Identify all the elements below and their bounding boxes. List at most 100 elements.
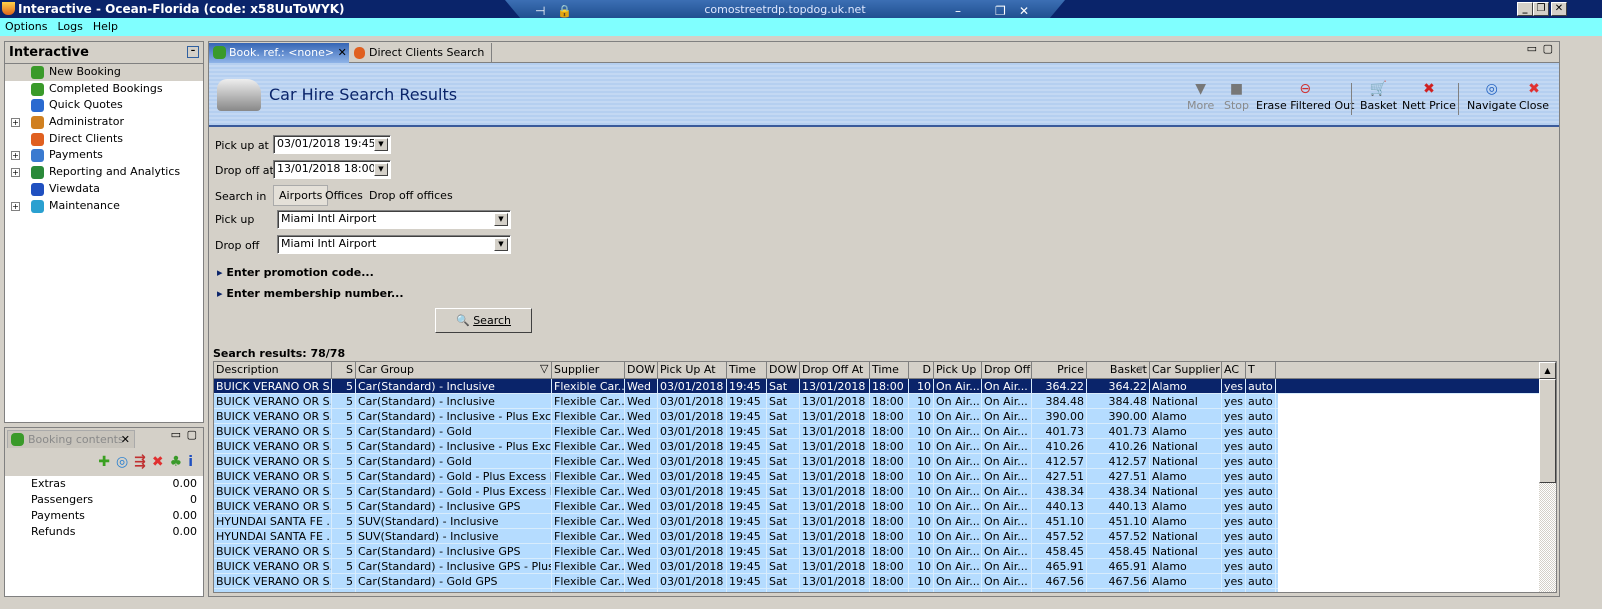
table-row[interactable]: BUICK VERANO OR S... 5 Car(Standard) - Gol… — [214, 424, 1278, 439]
navigate-button[interactable]: ◎ Navigate — [1467, 79, 1516, 112]
basket-transfer-icon[interactable]: ⇶ — [134, 454, 146, 470]
cell-t: auto — [1246, 574, 1276, 589]
cell-s: 5 — [332, 469, 356, 484]
cell-time: 19:45 — [727, 559, 767, 574]
menu-logs[interactable]: Logs — [57, 18, 82, 36]
pickup-at-field[interactable]: 03/01/2018 19:45 ▼ — [273, 135, 391, 154]
sidebar-item-direct-clients[interactable]: Direct Clients — [5, 131, 203, 148]
table-row[interactable]: HYUNDAI SANTA FE ... 5 SUV(Standard) - Inc… — [214, 529, 1278, 544]
search-in-dropoff-offices[interactable]: Drop off offices — [369, 189, 453, 202]
column-header-car-group[interactable]: Car Group — [356, 362, 552, 379]
cell-basket: 401.73 — [1087, 424, 1150, 439]
maximize-icon[interactable]: ▢ — [187, 428, 197, 441]
basket-button[interactable]: 🛒 Basket — [1360, 79, 1397, 112]
cell-time: 18:00 — [870, 574, 909, 589]
more-button[interactable]: ▼ More — [1187, 79, 1214, 112]
cell-drop-off: On Air... — [982, 454, 1032, 469]
membership-number-expander[interactable]: Enter membership number... — [217, 287, 403, 300]
dropoff-location-select[interactable]: Miami Intl Airport ▼ — [277, 235, 511, 254]
cell-pick-up-at: 03/01/2018 — [658, 454, 727, 469]
table-row[interactable]: BUICK VERANO OR S... 5 Car(Standard) - Inc… — [214, 544, 1278, 559]
cell-time: 18:00 — [870, 409, 909, 424]
promotion-code-expander[interactable]: Enter promotion code... — [217, 266, 373, 279]
sidebar-item-new-booking[interactable]: New Booking — [5, 64, 203, 81]
expand-icon[interactable]: + — [11, 118, 20, 128]
minimize-icon[interactable]: ▭ — [1527, 42, 1537, 55]
cell-car-supplier: Alamo — [1150, 514, 1222, 529]
sidebar-item-payments[interactable]: + Payments — [5, 147, 203, 164]
vertical-scrollbar[interactable]: ▲ — [1539, 362, 1556, 592]
tab-direct-clients-search[interactable]: Direct Clients Search — [349, 43, 492, 63]
cell-description: HYUNDAI SANTA FE ... — [216, 514, 332, 529]
erase-filtered-out-button[interactable]: ⊖ Erase Filtered Out — [1256, 79, 1354, 112]
booking-row: Refunds 0.00 — [5, 524, 203, 540]
palm-icon[interactable]: ♣ — [170, 454, 183, 470]
cell-dow: Wed — [625, 469, 658, 484]
tab-booking-ref[interactable]: Book. ref.: <none> ✕ — [209, 43, 349, 63]
expand-icon[interactable]: + — [11, 201, 20, 211]
sidebar-item-quick-quotes[interactable]: Quick Quotes — [5, 97, 203, 114]
table-row[interactable]: BUICK VERANO OR S... 5 Car(Standard) - Gol… — [214, 454, 1278, 469]
table-row[interactable]: BUICK VERANO OR S... 5 Car(Standard) - Inc… — [214, 439, 1278, 454]
cell-d: 10 — [909, 529, 934, 544]
close-button[interactable]: ✖ Close — [1519, 79, 1549, 112]
cell-drop-off: On Air... — [982, 499, 1032, 514]
info-icon[interactable]: i — [188, 454, 193, 470]
menu-help[interactable]: Help — [93, 18, 118, 36]
table-row[interactable]: BUICK VERANO OR S... 5 Car(Standard) - Gol… — [214, 574, 1278, 589]
cell-description: BUICK VERANO OR S... — [216, 379, 332, 394]
sidebar-item-label: Administrator — [49, 115, 124, 129]
column-header-description[interactable]: Description — [214, 362, 332, 379]
booking-row: Passengers 0 — [5, 492, 203, 508]
nett-price-button[interactable]: ✖ Nett Price — [1402, 79, 1456, 112]
cell-car-group: Car(Standard) - Inclusive GPS - Plus E..… — [358, 559, 552, 574]
expand-icon[interactable]: + — [11, 168, 20, 178]
page-title: Car Hire Search Results — [269, 85, 458, 104]
minimize-button[interactable]: _ — [1517, 2, 1533, 16]
table-row[interactable]: BUICK VERANO OR S... 5 Car(Standard) - Inc… — [214, 409, 1278, 424]
sidebar-item-completed-bookings[interactable]: Completed Bookings — [5, 81, 203, 98]
delete-icon[interactable]: ✖ — [152, 454, 164, 470]
sidebar-item-administrator[interactable]: + Administrator — [5, 114, 203, 131]
cell-time: 18:00 — [870, 379, 909, 394]
booking-contents-tab[interactable]: Booking contents ✕ — [7, 430, 135, 448]
scroll-thumb[interactable] — [1539, 379, 1556, 483]
table-row[interactable]: BUICK VERANO OR S... 5 Car(Standard) - Inc… — [214, 559, 1278, 574]
close-icon[interactable]: ✕ — [121, 431, 130, 449]
menu-options[interactable]: Options — [5, 18, 47, 36]
refresh-icon[interactable]: ◎ — [116, 454, 128, 470]
pickup-location-select[interactable]: Miami Intl Airport ▼ — [277, 210, 511, 229]
table-row[interactable]: BUICK VERANO OR S... 5 Car(Standard) - Inc… — [214, 394, 1278, 409]
collapse-icon[interactable]: – — [187, 46, 199, 58]
table-row[interactable]: BUICK VERANO OR S... 5 Car(Standard) - Inc… — [214, 499, 1278, 514]
search-in-offices[interactable]: Offices — [325, 189, 363, 202]
sidebar-item-maintenance[interactable]: + Maintenance — [5, 198, 203, 215]
expand-icon[interactable]: + — [11, 151, 20, 161]
table-row[interactable]: HYUNDAI SANTA FE ... 5 SUV(Standard) - Inc… — [214, 514, 1278, 529]
sort-icon[interactable]: ▾ — [1138, 362, 1553, 375]
stop-button[interactable]: ■ Stop — [1224, 79, 1249, 112]
sidebar-item-viewdata[interactable]: Viewdata — [5, 181, 203, 198]
cell-time: 19:45 — [727, 574, 767, 589]
client-icon — [354, 47, 365, 59]
close-tab-icon[interactable]: ✕ — [338, 46, 347, 59]
sidebar-item-reporting-and-analytics[interactable]: + Reporting and Analytics — [5, 164, 203, 181]
table-row[interactable]: BUICK VERANO OR S... 5 Car(Standard) - Inc… — [214, 379, 1540, 394]
table-row[interactable]: BUICK VERANO OR S... 5 Car(Standard) - Gol… — [214, 484, 1278, 499]
column-header-s[interactable]: S — [332, 362, 356, 379]
search-in-airports[interactable]: Airports — [273, 185, 329, 206]
cell-car-group: Car(Standard) - Inclusive - Plus Exces..… — [358, 409, 552, 424]
add-icon[interactable]: ✚ — [98, 454, 110, 470]
table-row[interactable]: BUICK VERANO OR S... 5 Car(Standard) - Gol… — [214, 469, 1278, 484]
maximize-icon[interactable]: ▢ — [1543, 42, 1553, 55]
cell-pick-up: On Air... — [934, 469, 982, 484]
results-header: Car Hire Search Results ▼ More ■ Stop ⊖ Era… — [209, 63, 1559, 127]
cell-pick-up: On Air... — [934, 424, 982, 439]
table-row[interactable]: MUSTANG CONV OR ...4Convertible(Standard… — [214, 589, 1278, 592]
cell-time: 18:00 — [870, 424, 909, 439]
restore-button[interactable]: ❐ — [1533, 2, 1549, 16]
close-window-button[interactable]: ✕ — [1551, 2, 1567, 16]
search-button[interactable]: 🔍 Search — [435, 308, 532, 333]
dropoff-at-field[interactable]: 13/01/2018 18:00 ▼ — [273, 160, 391, 179]
minimize-icon[interactable]: ▭ — [171, 428, 181, 441]
